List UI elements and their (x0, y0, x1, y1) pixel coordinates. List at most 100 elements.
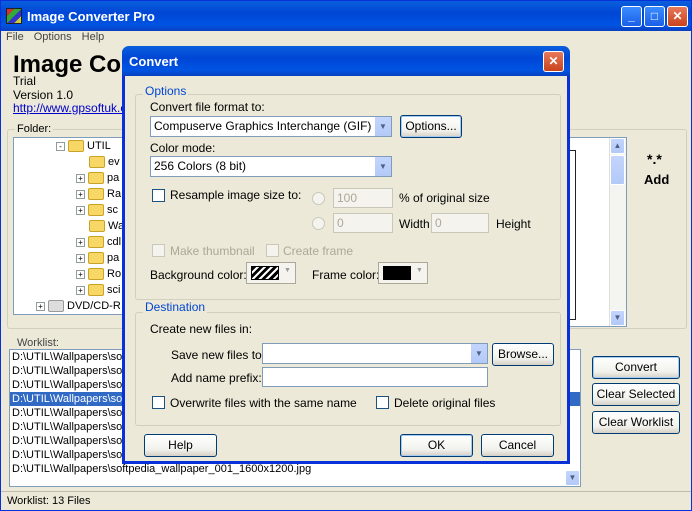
chevron-down-icon[interactable]: ▼ (374, 117, 391, 136)
percent-label: % of original size (399, 191, 490, 205)
scroll-down-icon[interactable]: ▼ (610, 310, 625, 326)
bg-color-picker[interactable]: ▼ (246, 262, 296, 284)
status-text: Worklist: 13 Files (7, 495, 91, 507)
dialog-close-icon[interactable]: ✕ (543, 51, 564, 72)
minimize-icon[interactable]: _ (621, 6, 642, 27)
edition-text: Trial (13, 74, 36, 88)
options-group-title: Options (143, 84, 189, 98)
folder-icon (88, 236, 104, 249)
status-bar: Worklist: 13 Files (1, 491, 691, 510)
cancel-button[interactable]: Cancel (481, 434, 554, 457)
chevron-down-icon: ▼ (284, 267, 291, 274)
destination-group-title: Destination (143, 300, 208, 314)
ok-button[interactable]: OK (400, 434, 473, 457)
menu-options[interactable]: Options (34, 31, 72, 43)
main-title-bar[interactable]: Image Converter Pro _ □ ✕ (1, 1, 691, 31)
frame-color-label: Frame color: (312, 268, 380, 282)
delete-checkbox[interactable] (376, 396, 389, 409)
resample-label: Resample image size to: (170, 188, 302, 202)
frame-color-swatch (383, 266, 411, 280)
expand-icon[interactable]: + (76, 253, 85, 263)
options-button[interactable]: Options... (400, 115, 462, 138)
tree-node[interactable]: + pa (14, 250, 132, 266)
save-path-select[interactable]: ▼ (262, 343, 488, 364)
maximize-icon[interactable]: □ (644, 6, 665, 27)
resample-checkbox[interactable] (152, 189, 165, 202)
folder-icon (89, 220, 105, 233)
list-item[interactable]: D:\UTIL\Wallpapers\softpedia_wallpaper_0… (10, 462, 580, 476)
browse-button[interactable]: Browse... (492, 343, 554, 366)
folder-icon (88, 172, 104, 185)
prefix-input[interactable] (262, 367, 488, 387)
height-label: Height (496, 217, 531, 231)
menu-file[interactable]: File (6, 31, 24, 43)
add-label[interactable]: Add (644, 172, 669, 187)
menu-help[interactable]: Help (82, 31, 105, 43)
expand-icon[interactable]: + (36, 301, 45, 311)
collapse-icon[interactable]: - (56, 141, 65, 151)
chevron-down-icon[interactable]: ▼ (374, 157, 391, 176)
chevron-down-icon[interactable]: ▼ (470, 344, 487, 363)
dialog-title: Convert (129, 54, 179, 69)
width-label: Width (399, 217, 430, 231)
frame-color-picker[interactable]: ▼ (378, 262, 428, 284)
folder-icon (68, 140, 84, 153)
frame-checkbox[interactable] (266, 244, 279, 257)
tree-node[interactable]: Wa (14, 218, 132, 234)
expand-icon[interactable]: + (76, 173, 85, 183)
save-label: Save new files to: (171, 348, 266, 362)
website-link[interactable]: http://www.gpsoftuk.co (13, 101, 133, 115)
dvd-drive-icon (48, 300, 64, 313)
delete-label: Delete original files (394, 396, 496, 410)
folder-icon (88, 284, 104, 297)
format-select[interactable]: Compuserve Graphics Interchange (GIF) ▼ (150, 116, 392, 137)
scroll-up-icon[interactable]: ▲ (610, 138, 625, 154)
tree-node[interactable]: - UTIL (14, 138, 132, 154)
format-label: Convert file format to: (150, 100, 265, 114)
folder-icon (88, 268, 104, 281)
convert-button[interactable]: Convert (592, 356, 680, 379)
width-input[interactable]: 0 (333, 213, 393, 233)
tree-node[interactable]: + Ro (14, 266, 132, 282)
tree-node[interactable]: + DVD/CD-R (14, 298, 132, 314)
tree-node[interactable]: + cdl (14, 234, 132, 250)
tree-node[interactable]: + Ra (14, 186, 132, 202)
color-mode-value: 256 Colors (8 bit) (154, 159, 247, 173)
tree-node[interactable]: + sc (14, 202, 132, 218)
color-mode-select[interactable]: 256 Colors (8 bit) ▼ (150, 156, 392, 177)
worklist-scroll-down-icon[interactable]: ▼ (565, 470, 580, 486)
expand-icon[interactable]: + (76, 237, 85, 247)
thumbnail-label: Make thumbnail (170, 244, 255, 258)
scroll-thumb[interactable] (610, 155, 625, 185)
height-input[interactable]: 0 (431, 213, 489, 233)
percent-radio[interactable] (312, 192, 325, 205)
file-list-scrollbar[interactable]: ▲ ▼ (609, 138, 626, 326)
expand-icon[interactable]: + (76, 285, 85, 295)
dialog-title-bar[interactable]: Convert ✕ (122, 46, 570, 76)
expand-icon[interactable]: + (76, 189, 85, 199)
add-icon[interactable]: *.* (647, 151, 662, 167)
folder-icon (88, 204, 104, 217)
clear-selected-button[interactable]: Clear Selected (592, 383, 680, 406)
frame-label: Create frame (283, 244, 354, 258)
percent-input[interactable]: 100 (333, 188, 393, 208)
help-button[interactable]: Help (144, 434, 217, 457)
prefix-label: Add name prefix: (171, 371, 262, 385)
folder-tree[interactable]: - UTIL ev + pa + Ra + sc Wa + cdl + pa + Ro + sc… (13, 137, 133, 315)
folder-icon (88, 188, 104, 201)
tree-node[interactable]: ev (14, 154, 132, 170)
color-mode-label: Color mode: (150, 141, 216, 155)
clear-worklist-button[interactable]: Clear Worklist (592, 411, 680, 434)
folder-label: Folder: (15, 123, 54, 135)
bg-color-label: Background color: (150, 268, 247, 282)
expand-icon[interactable]: + (76, 269, 85, 279)
file-list-edge (570, 150, 576, 320)
create-label: Create new files in: (150, 322, 253, 336)
tree-node[interactable]: + pa (14, 170, 132, 186)
overwrite-checkbox[interactable] (152, 396, 165, 409)
size-radio[interactable] (312, 217, 325, 230)
expand-icon[interactable]: + (76, 205, 85, 215)
thumbnail-checkbox[interactable] (152, 244, 165, 257)
tree-node[interactable]: + sci (14, 282, 132, 298)
close-icon[interactable]: ✕ (667, 6, 688, 27)
